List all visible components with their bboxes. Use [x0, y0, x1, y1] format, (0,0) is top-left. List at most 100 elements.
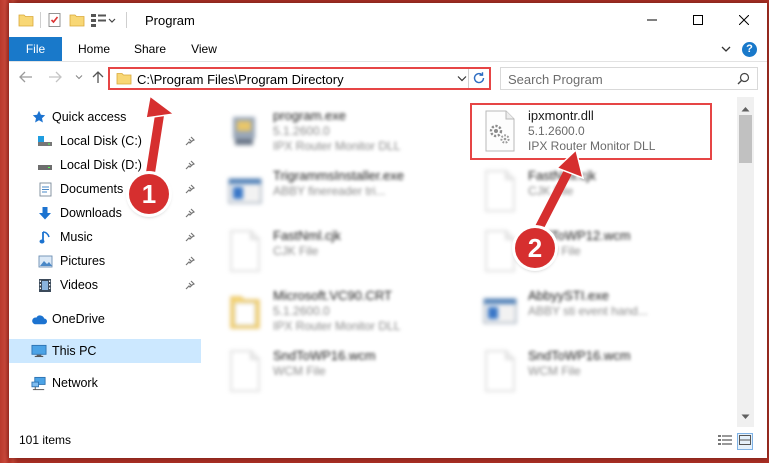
help-button[interactable]: ?	[742, 42, 757, 57]
blank-file-icon	[482, 349, 518, 393]
large-icons-view-icon[interactable]	[737, 433, 753, 450]
folder-icon	[227, 289, 263, 333]
close-button[interactable]	[721, 3, 767, 37]
file-item[interactable]: Microsoft.VC90.CRT 5.1.2600.0 IPX Router…	[219, 283, 459, 339]
file-text: AbbyySTI.exe ABBY sti event hand...	[528, 287, 648, 319]
blank-file-icon	[227, 229, 263, 273]
file-name: Microsoft.VC90.CRT	[273, 288, 392, 303]
file-text: FastNml.cjk CJK File	[528, 167, 596, 199]
search-icon[interactable]	[737, 72, 750, 88]
expand-ribbon-chevron-icon[interactable]	[721, 43, 731, 57]
sidebar-item-pictures[interactable]: Pictures	[9, 249, 201, 273]
file-name: TrigrammsInstaller.exe	[273, 168, 404, 183]
pin-icon[interactable]	[185, 207, 196, 221]
pin-icon[interactable]	[185, 255, 196, 269]
sidebar-item-local-disk-d[interactable]: Local Disk (D:)	[9, 153, 201, 177]
sidebar-item-label: Network	[52, 376, 98, 390]
folder-icon[interactable]	[15, 9, 37, 31]
forward-arrow-icon[interactable]	[47, 69, 63, 85]
address-path: C:\Program Files\Program Directory	[137, 72, 344, 87]
maximize-button[interactable]	[675, 3, 721, 37]
minimize-button[interactable]	[629, 3, 675, 37]
address-dropdown-chevron-icon[interactable]	[457, 72, 467, 86]
up-arrow-icon[interactable]	[90, 69, 106, 85]
sidebar-item-label: Local Disk (D:)	[60, 158, 142, 172]
sidebar-item-local-disk-c[interactable]: Local Disk (C:)	[9, 129, 201, 153]
file-item[interactable]: SndToWP16.wcm WCM File	[474, 343, 714, 399]
drive-icon	[37, 157, 53, 173]
tab-home[interactable]: Home	[69, 37, 119, 61]
file-item[interactable]: program.exe 5.1.2600.0 IPX Router Monito…	[219, 103, 459, 159]
file-text: SndToWP16.wcm WCM File	[273, 347, 376, 379]
close-icon	[739, 15, 749, 25]
sidebar-item-downloads[interactable]: Downloads	[9, 201, 201, 225]
sidebar-item-videos[interactable]: Videos	[9, 273, 201, 297]
window-app-icon	[227, 169, 263, 213]
file-text: program.exe 5.1.2600.0 IPX Router Monito…	[273, 107, 400, 154]
pin-icon[interactable]	[185, 231, 196, 245]
drive-icon	[37, 133, 53, 149]
file-item[interactable]: FastNml.cjk CJK File	[219, 223, 459, 279]
file-item[interactable]: SndToWP16.wcm WCM File	[219, 343, 459, 399]
sidebar-item-documents[interactable]: Documents	[9, 177, 201, 201]
sidebar-item-label: Pictures	[60, 254, 106, 268]
pin-icon[interactable]	[185, 183, 196, 197]
explorer-window: Program File Home Share View ? C:\Progra…	[9, 3, 767, 458]
sidebar-item-label: Music	[60, 230, 93, 244]
sidebar-item-this-pc[interactable]: This PC	[9, 339, 201, 363]
sidebar-item-quick-access[interactable]: Quick access	[9, 105, 201, 129]
properties-check-icon[interactable]	[44, 9, 66, 31]
window-app-icon	[482, 289, 518, 333]
pictures-icon	[37, 253, 53, 269]
file-description: ABBY sti event hand...	[528, 304, 648, 318]
scroll-up-arrow-icon[interactable]	[741, 101, 750, 115]
sidebar-item-music[interactable]: Music	[9, 225, 201, 249]
new-folder-icon[interactable]	[66, 9, 88, 31]
pin-icon[interactable]	[185, 135, 196, 149]
search-box[interactable]: Search Program	[500, 67, 758, 90]
sidebar-item-onedrive[interactable]: OneDrive	[9, 307, 201, 331]
file-item[interactable]: SndToWP12.wcm WCM File	[474, 223, 714, 279]
file-version: 5.1.2600.0	[273, 304, 330, 318]
back-arrow-icon[interactable]	[18, 69, 34, 85]
vertical-scrollbar[interactable]	[737, 97, 754, 427]
file-item[interactable]: TrigrammsInstaller.exe ABBY finereader t…	[219, 163, 459, 219]
file-item[interactable]: FastNml.cjk CJK File	[474, 163, 714, 219]
navigation-bar: C:\Program Files\Program Directory Searc…	[9, 63, 767, 93]
download-arrow-icon	[37, 205, 53, 221]
tab-view[interactable]: View	[181, 37, 227, 61]
sidebar-item-label: Documents	[60, 182, 124, 196]
title-bar: Program	[9, 3, 767, 37]
sidebar-item-network[interactable]: Network	[9, 371, 201, 395]
step-1-callout: 1	[129, 174, 169, 214]
details-view-icon[interactable]	[717, 433, 733, 450]
scroll-down-arrow-icon[interactable]	[741, 409, 750, 423]
star-icon	[31, 109, 47, 125]
scrollbar-thumb[interactable]	[739, 115, 752, 163]
window-title: Program	[145, 13, 195, 28]
view-options-icon[interactable]	[88, 9, 118, 31]
tab-share[interactable]: Share	[125, 37, 175, 61]
pin-icon[interactable]	[185, 279, 196, 293]
file-text: FastNml.cjk CJK File	[273, 227, 341, 259]
file-name: FastNml.cjk	[528, 168, 596, 183]
address-divider	[468, 69, 469, 88]
music-note-icon	[37, 229, 53, 245]
step-2-callout: 2	[515, 228, 555, 268]
documents-icon	[37, 181, 53, 197]
status-bar: 101 items	[9, 427, 767, 458]
file-name: program.exe	[273, 108, 346, 123]
pin-icon[interactable]	[185, 159, 196, 173]
file-description: IPX Router Monitor DLL	[273, 319, 401, 333]
tab-file[interactable]: File	[9, 37, 62, 61]
file-type: WCM File	[273, 364, 326, 378]
file-item[interactable]: AbbyySTI.exe ABBY sti event hand...	[474, 283, 714, 339]
toolbar-divider	[40, 12, 41, 28]
refresh-icon[interactable]	[472, 71, 486, 88]
maximize-icon	[693, 15, 703, 25]
address-bar[interactable]: C:\Program Files\Program Directory	[108, 67, 491, 90]
sidebar-item-label: OneDrive	[52, 312, 105, 326]
highlight-box-dll	[470, 103, 712, 160]
recent-locations-chevron-icon[interactable]	[71, 69, 87, 85]
search-placeholder: Search Program	[508, 72, 603, 87]
